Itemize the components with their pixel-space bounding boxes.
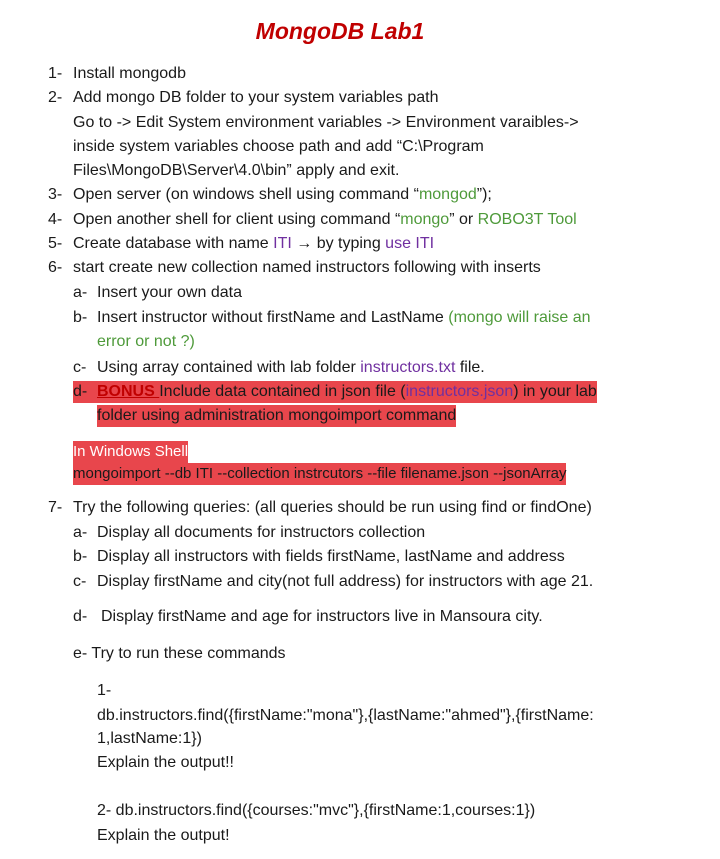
item-text: Files\MongoDB\Server\4.0\bin” apply and … [73, 162, 400, 179]
query-code: 1,lastName:1}) [97, 730, 202, 747]
subitem-letter: d- [73, 608, 88, 625]
shell-label: In Windows Shell [73, 441, 189, 463]
subitem-letter: c- [73, 573, 87, 590]
query-explain: Explain the output! [97, 827, 230, 844]
item-text: Go to -> Edit System environment variabl… [73, 114, 579, 131]
note-text: error or not ?) [97, 333, 195, 350]
item-text: ” or [449, 211, 478, 228]
query-explain: Explain the output!! [97, 754, 234, 771]
subitem-text: Display all documents for instructors co… [97, 524, 426, 541]
file-name: instructors.json [405, 383, 514, 400]
item-number: 2- [48, 89, 63, 106]
subitem-letter: a- [73, 284, 88, 301]
arrow-icon: → [291, 235, 317, 252]
subitem-text: Display firstName and city(not full addr… [97, 573, 594, 590]
document-title: MongoDB Lab1 [255, 18, 425, 44]
subitem-line: Using array contained with lab folder in… [97, 357, 485, 379]
query-number: 1- [97, 682, 112, 699]
subitem-letter: d- [73, 381, 97, 403]
subitem-text: Include data contained in json file ( [159, 383, 406, 400]
item-text: inside system variables choose path and … [73, 138, 484, 155]
subitem-text: Using array contained with lab folder [97, 359, 361, 376]
subitem-text: Display firstName and age for instructor… [101, 608, 543, 625]
subitem-text: Insert instructor without firstName and … [97, 309, 449, 326]
item-line: Open server (on windows shell using comm… [73, 184, 492, 206]
item-text: Open server (on windows shell using comm… [73, 186, 419, 203]
bonus-line: BONUS Include data contained in json fil… [97, 381, 597, 403]
subitem-letter: b- [73, 548, 88, 565]
item-text: Add mongo DB folder to your system varia… [73, 89, 439, 106]
item-text: Try the following queries: (all queries … [73, 499, 592, 516]
file-name: instructors.txt [360, 359, 456, 376]
item-text: by typing [316, 235, 386, 252]
subitem-text: ) in your lab [513, 383, 597, 400]
subitem-letter: b- [73, 309, 88, 326]
subitem-text: Display all instructors with fields firs… [97, 548, 565, 565]
bonus-label: BONUS [97, 383, 160, 400]
command-text: mongod [418, 186, 477, 203]
item-number: 1- [48, 65, 63, 82]
item-number: 5- [48, 235, 63, 252]
item-number: 7- [48, 499, 63, 516]
item-text: Open another shell for client using comm… [73, 211, 401, 228]
tool-text: ROBO3T Tool [477, 211, 577, 228]
subitem-line: Insert instructor without firstName and … [97, 307, 591, 329]
item-text: Install mongodb [73, 65, 186, 82]
item-text: Create database with name [73, 235, 274, 252]
subitem-text: folder using administration mongoimport … [97, 405, 457, 427]
item-line: Create database with name ITI → by typin… [73, 233, 434, 255]
subitem-letter: c- [73, 359, 87, 376]
subitem-text: e- Try to run these commands [73, 645, 286, 662]
item-line: Open another shell for client using comm… [73, 209, 577, 231]
item-number: 3- [48, 186, 63, 203]
item-number: 6- [48, 259, 63, 276]
item-text: start create new collection named instru… [73, 259, 541, 276]
subitem-letter: a- [73, 524, 88, 541]
shell-command: mongoimport --db ITI --collection instrc… [73, 463, 567, 485]
item-text: ”); [476, 186, 492, 203]
command-text: use ITI [385, 235, 435, 252]
db-name: ITI [273, 235, 292, 252]
query-code: 2- db.instructors.find({courses:"mvc"},{… [97, 802, 536, 819]
subitem-text: file. [455, 359, 485, 376]
command-text: mongo [400, 211, 450, 228]
note-text: (mongo will raise an [448, 309, 591, 326]
subitem-text: Insert your own data [97, 284, 242, 301]
query-code: db.instructors.find({firstName:"mona"},{… [97, 707, 594, 724]
item-number: 4- [48, 211, 63, 228]
